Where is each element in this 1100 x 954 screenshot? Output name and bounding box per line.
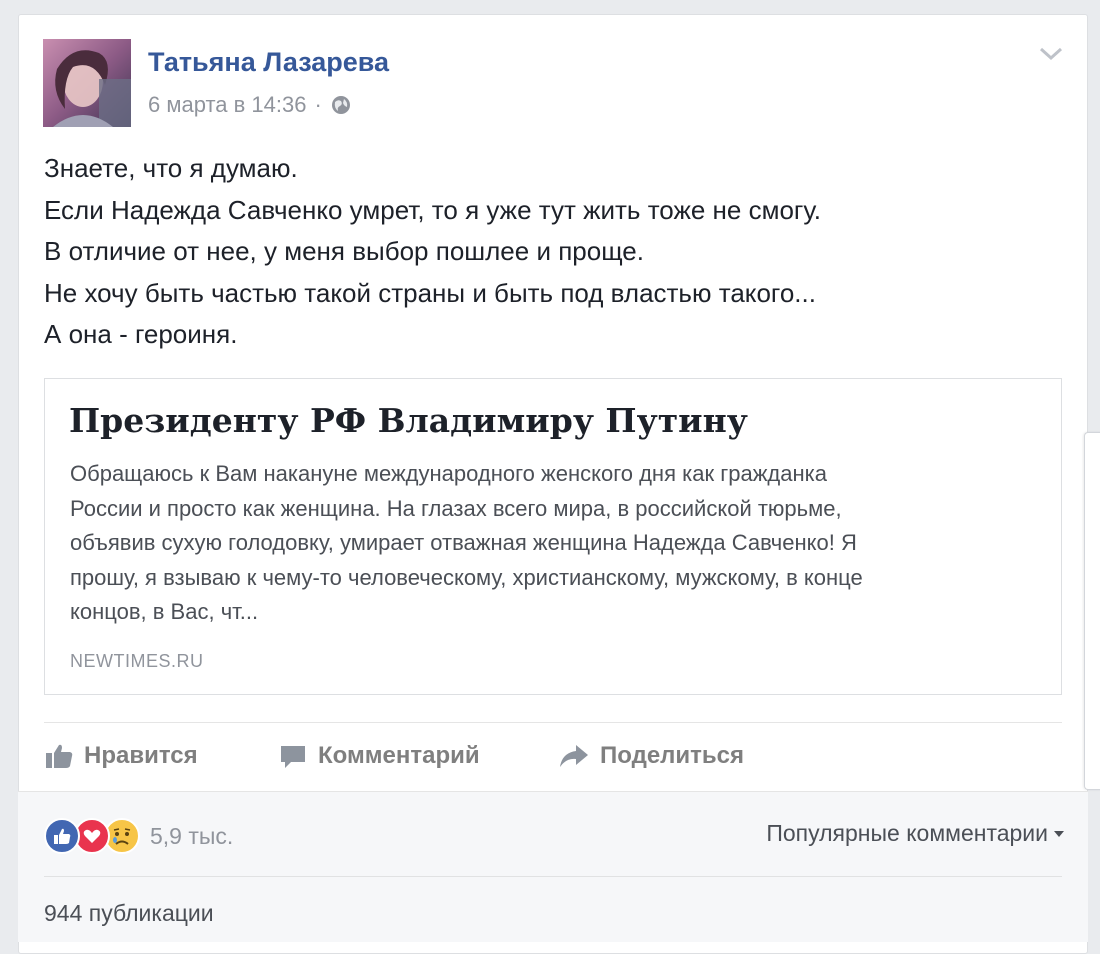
link-description-line: объявив сухую голодовку, умирает отважна… [70,530,857,555]
shares-count[interactable]: 944 публикации [44,900,214,927]
meta-separator: · [314,92,322,117]
post-text-line: Не хочу быть частью такой страны и быть … [44,277,816,308]
post-footer: 5,9 тыс. Популярные комментарии 944 публ… [18,791,1088,942]
share-label: Поделиться [600,742,745,769]
link-description: Обращаюсь к Вам накануне международного … [70,457,1045,630]
share-button[interactable]: Поделиться [558,734,744,778]
like-reaction-icon [44,818,80,854]
comment-sort-dropdown[interactable]: Популярные комментарии [766,820,1064,847]
post-text-line: Если Надежда Савченко умрет, то я уже ту… [44,194,822,225]
avatar[interactable] [43,39,131,127]
comment-sort-label: Популярные комментарии [766,820,1048,846]
post-text-line: В отличие от нее, у меня выбор пошлее и … [44,236,644,266]
reactions-summary[interactable]: 5,9 тыс. [44,818,233,854]
divider [44,722,1062,723]
like-button[interactable]: Нравится [44,734,198,778]
comment-label: Комментарий [318,742,480,769]
post-text: Знаете, что я думаю. Если Надежда Савчен… [44,148,821,356]
author-name[interactable]: Татьяна Лазарева [148,47,389,78]
link-domain: NEWTIMES.RU [70,651,204,671]
divider [44,876,1062,877]
thumbs-up-icon [46,744,73,768]
link-description-line: Обращаюсь к Вам накануне международного … [70,461,827,486]
chevron-down-icon[interactable] [1038,44,1064,64]
link-description-line: России и просто как женщина. На глазах в… [70,495,842,521]
reaction-count[interactable]: 5,9 тыс. [150,823,233,850]
comment-button[interactable]: Комментарий [278,734,480,778]
link-preview-card[interactable]: Президенту РФ Владимиру Путину Обращаюсь… [44,378,1062,695]
share-icon [560,745,588,767]
side-panel-edge [1084,432,1100,790]
link-description-line: прошу, я взываю к чему-то человеческому,… [70,564,863,590]
globe-icon[interactable] [330,94,352,116]
post-meta: 6 марта в 14:36 · [148,92,352,118]
link-description-line: концов, в Вас, чт... [70,599,259,624]
like-label: Нравится [84,742,198,769]
post-text-line: А она - героиня. [44,319,238,349]
caret-down-icon [1054,830,1064,837]
post-timestamp[interactable]: 6 марта в 14:36 [148,92,307,118]
link-title[interactable]: Президенту РФ Владимиру Путину [69,401,748,440]
post-text-line: Знаете, что я думаю. [44,153,298,183]
comment-icon [281,746,305,768]
